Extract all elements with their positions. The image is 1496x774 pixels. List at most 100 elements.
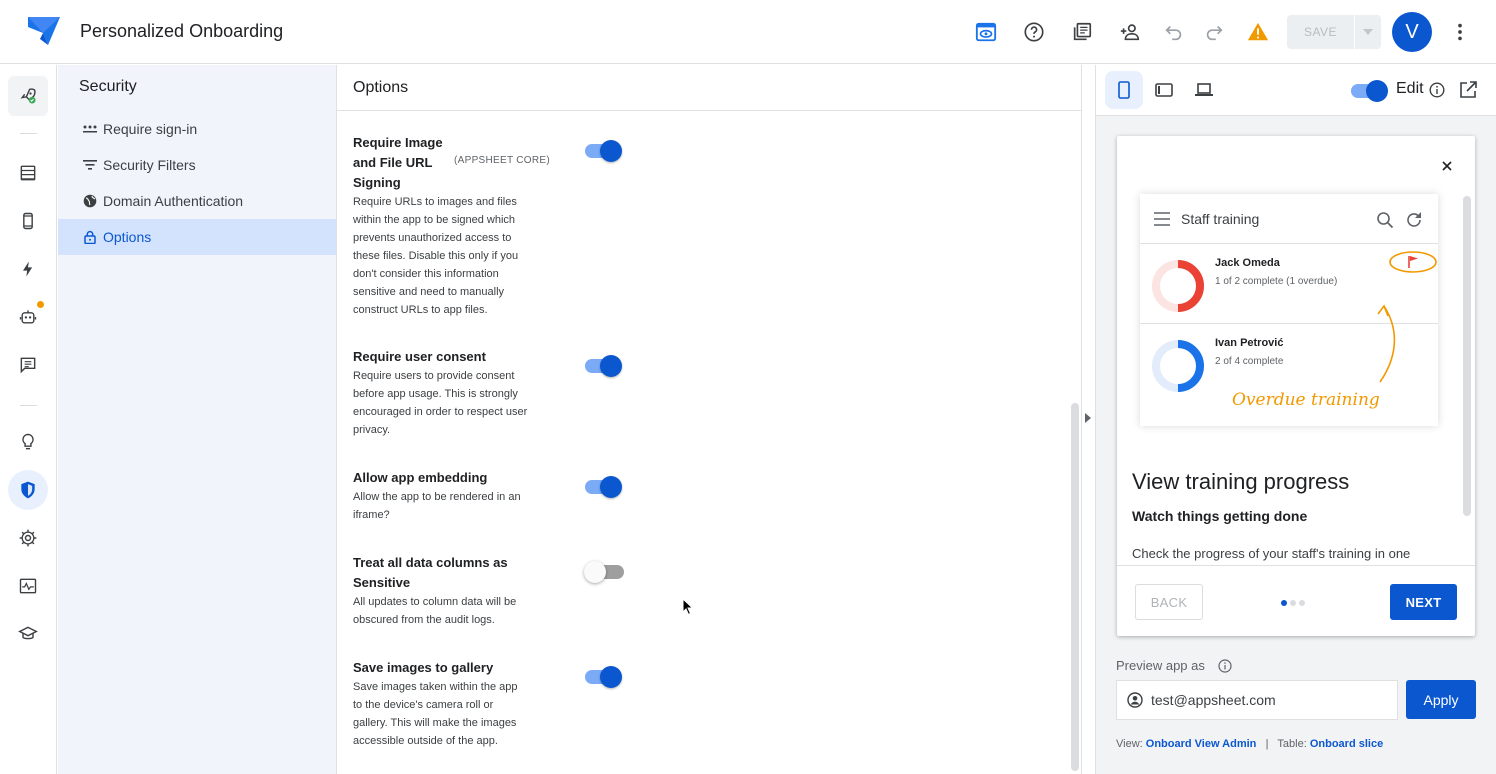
monitor-icon[interactable] — [8, 566, 48, 606]
option-description: Save images taken within the app to the … — [353, 681, 518, 747]
flag-icon — [1389, 251, 1437, 273]
phone-view-button[interactable] — [1105, 71, 1143, 109]
automation-icon[interactable] — [8, 249, 48, 289]
help-icon[interactable] — [1022, 20, 1046, 44]
search-icon — [1377, 212, 1394, 229]
subnav-item-label: Security Filters — [103, 157, 196, 173]
onboarding-subheading: Watch things getting done — [1132, 508, 1308, 524]
options-scrollbar[interactable] — [1071, 403, 1079, 771]
preview-icon[interactable] — [974, 20, 998, 44]
toggle-app-embedding[interactable] — [584, 474, 622, 500]
next-button[interactable]: NEXT — [1390, 584, 1457, 620]
learn-icon[interactable] — [8, 614, 48, 654]
apply-button[interactable]: Apply — [1406, 680, 1476, 719]
option-title: Allow app embedding — [353, 470, 488, 485]
laptop-icon — [1195, 83, 1213, 96]
options-panel: Options Require Image and File URL Signi… — [337, 65, 1081, 774]
page-dot[interactable] — [1281, 600, 1287, 606]
preview-as-label: Preview app as — [1116, 658, 1205, 673]
info-icon[interactable] — [1429, 82, 1445, 98]
subnav-item-options[interactable]: Options — [58, 219, 336, 255]
view-link[interactable]: Onboard View Admin — [1146, 738, 1257, 750]
toggle-image-url-signing[interactable] — [584, 138, 622, 164]
globe-icon — [82, 193, 98, 209]
more-vert-icon[interactable] — [1448, 20, 1472, 44]
preview-footer: View: Onboard View Admin | Table: Onboar… — [1116, 738, 1383, 750]
option-description: Require URLs to images and files within … — [353, 196, 519, 316]
option-app-embedding: Allow app embedding Allow the app to be … — [353, 468, 553, 524]
subnav-item-label: Options — [103, 229, 152, 245]
filter-icon — [82, 157, 98, 173]
open-in-new-icon[interactable] — [1458, 80, 1478, 100]
warning-icon[interactable] — [1246, 20, 1270, 44]
back-button[interactable]: BACK — [1135, 584, 1203, 620]
settings-icon[interactable] — [8, 518, 48, 558]
idea-icon[interactable] — [8, 422, 48, 462]
dots-icon — [82, 121, 98, 137]
page-dot[interactable] — [1299, 600, 1305, 606]
progress-ring — [1152, 260, 1204, 312]
tablet-view-button[interactable] — [1145, 71, 1183, 109]
save-dropdown-icon[interactable] — [1355, 15, 1381, 49]
close-icon[interactable] — [1437, 156, 1457, 176]
progress-ring — [1152, 340, 1204, 392]
copy-icon[interactable] — [1070, 20, 1094, 44]
bot-icon[interactable] — [8, 297, 48, 337]
menu-icon — [1154, 212, 1170, 226]
option-user-consent: Require user consent Require users to pr… — [353, 347, 553, 439]
preview-as-input[interactable]: test@appsheet.com — [1116, 680, 1398, 720]
annotation-text: Overdue training — [1232, 390, 1380, 410]
panel-splitter[interactable] — [1081, 65, 1096, 774]
onboarding-footer: BACK NEXT — [1117, 565, 1475, 636]
security-subnav: Security Require sign-in Security Filter… — [58, 65, 337, 774]
dialog-scrollbar[interactable] — [1463, 196, 1471, 516]
table-link[interactable]: Onboard slice — [1310, 738, 1383, 750]
save-label: SAVE — [1303, 25, 1338, 39]
mouse-cursor-icon — [682, 598, 694, 616]
page-dot[interactable] — [1290, 600, 1296, 606]
onboarding-heading: View training progress — [1132, 469, 1350, 494]
subnav-item-label: Require sign-in — [103, 121, 198, 137]
avatar[interactable]: V — [1392, 12, 1432, 52]
preview-panel: Edit Staff training Jack Omeda 1 of 2 co… — [1096, 65, 1496, 774]
data-icon[interactable] — [8, 153, 48, 193]
preview-as-value: test@appsheet.com — [1151, 692, 1276, 708]
subnav-item-require-sign-in[interactable]: Require sign-in — [58, 111, 336, 147]
table-label: Table: — [1277, 738, 1307, 750]
tablet-icon — [1155, 83, 1173, 97]
app-title: Personalized Onboarding — [80, 21, 284, 41]
options-header: Options — [337, 65, 1081, 111]
option-description: Allow the app to be rendered in an ifram… — [353, 491, 521, 521]
toggle-sensitive-columns[interactable] — [584, 559, 624, 585]
desktop-view-button[interactable] — [1185, 71, 1223, 109]
illustration-name: Ivan Petrović — [1215, 337, 1284, 349]
undo-icon[interactable] — [1162, 20, 1186, 44]
illustration-name: Jack Omeda — [1215, 257, 1280, 269]
expand-arrow-icon[interactable] — [1085, 413, 1091, 423]
subnav-item-label: Domain Authentication — [103, 193, 244, 209]
toggle-user-consent[interactable] — [584, 353, 622, 379]
phone-icon — [1118, 81, 1130, 99]
lock-icon — [82, 229, 98, 245]
edit-mode-toggle[interactable] — [1350, 78, 1388, 104]
info-icon[interactable] — [1218, 659, 1232, 673]
subnav-item-security-filters[interactable]: Security Filters — [58, 147, 336, 183]
subnav-title: Security — [79, 78, 137, 95]
page-indicator — [1281, 600, 1305, 606]
left-rail — [0, 65, 57, 774]
appsheet-logo-icon[interactable] — [26, 15, 62, 47]
chat-icon[interactable] — [8, 345, 48, 385]
illustration-status: 2 of 4 complete — [1215, 356, 1284, 367]
notification-dot — [37, 301, 44, 308]
redo-icon[interactable] — [1202, 20, 1226, 44]
subnav-item-domain-authentication[interactable]: Domain Authentication — [58, 183, 336, 219]
save-button[interactable]: SAVE — [1287, 15, 1381, 49]
security-icon[interactable] — [8, 470, 48, 510]
app-icon[interactable] — [8, 201, 48, 241]
add-person-icon[interactable] — [1118, 20, 1142, 44]
edit-label: Edit — [1396, 80, 1424, 97]
home-rocket-icon[interactable] — [8, 76, 48, 116]
account-circle-icon — [1127, 692, 1143, 708]
option-description: All updates to column data will be obscu… — [353, 596, 517, 626]
toggle-save-images-gallery[interactable] — [584, 664, 622, 690]
